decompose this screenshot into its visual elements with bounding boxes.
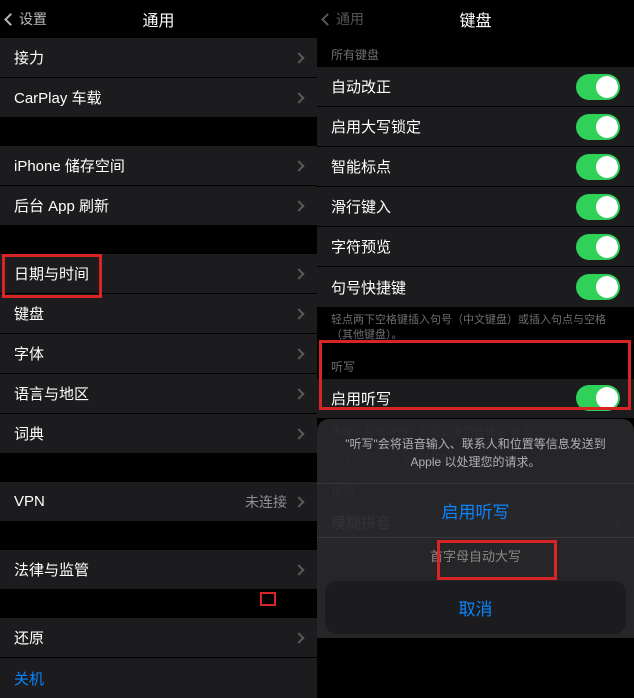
nav-back-label: 通用	[336, 9, 364, 29]
period-footer: 轻点两下空格键插入句号（中文键盘）或插入句点与空格（其他键盘）。	[317, 307, 634, 350]
toggle-capslock[interactable]	[576, 114, 620, 140]
chevron-right-icon	[293, 52, 304, 63]
dictation-action-sheet: "听写"会将语音输入、联系人和位置等信息发送到 Apple 以处理您的请求。 启…	[317, 419, 634, 638]
toggle-autocorrect[interactable]	[576, 74, 620, 100]
toggle-smartpunct[interactable]	[576, 154, 620, 180]
nav-title: 通用	[142, 7, 174, 31]
row-handoff[interactable]: 接力	[0, 38, 317, 78]
nav-back-button[interactable]: 通用	[323, 9, 364, 29]
vpn-status: 未连接	[245, 492, 287, 512]
sheet-message: "听写"会将语音输入、联系人和位置等信息发送到 Apple 以处理您的请求。	[317, 431, 634, 483]
section-header-all-keyboards: 所有键盘	[317, 38, 634, 67]
row-dictation: 启用听写	[317, 379, 634, 419]
row-datetime[interactable]: 日期与时间	[0, 254, 317, 294]
highlight-small	[260, 592, 276, 606]
row-char-preview: 字符预览	[317, 227, 634, 267]
row-carplay[interactable]: CarPlay 车载	[0, 78, 317, 118]
sheet-enable-dictation-button[interactable]: 启用听写	[317, 483, 634, 537]
row-slide-type: 滑行键入	[317, 187, 634, 227]
chevron-right-icon	[293, 388, 304, 399]
chevron-right-icon	[293, 200, 304, 211]
chevron-right-icon	[293, 496, 304, 507]
row-bg-refresh[interactable]: 后台 App 刷新	[0, 186, 317, 226]
chevron-right-icon	[293, 564, 304, 575]
sheet-partial-row: 首字母自动大写	[317, 537, 634, 573]
row-reset[interactable]: 还原	[0, 618, 317, 658]
settings-general-pane: 设置 通用 接力 CarPlay 车载 iPhone 储存空间 后台 App 刷…	[0, 0, 317, 638]
chevron-right-icon	[293, 308, 304, 319]
nav-title: 键盘	[459, 7, 491, 31]
row-fonts[interactable]: 字体	[0, 334, 317, 374]
toggle-dictation[interactable]	[576, 385, 620, 411]
sheet-cancel-button[interactable]: 取消	[325, 581, 626, 634]
chevron-right-icon	[293, 428, 304, 439]
row-period-shortcut: 句号快捷键	[317, 267, 634, 307]
toggle-charpreview[interactable]	[576, 234, 620, 260]
chevron-right-icon	[293, 268, 304, 279]
row-lang-region[interactable]: 语言与地区	[0, 374, 317, 414]
nav-back-label: 设置	[19, 9, 47, 29]
nav-bar: 设置 通用	[0, 0, 317, 38]
row-shutdown[interactable]: 关机	[0, 658, 317, 698]
chevron-right-icon	[293, 160, 304, 171]
chevron-right-icon	[293, 348, 304, 359]
keyboard-settings-pane: 通用 键盘 所有键盘 自动改正 启用大写锁定 智能标点 滑行键入 字符预览 句号…	[317, 0, 634, 638]
chevron-left-icon	[321, 13, 334, 26]
row-autocorrect: 自动改正	[317, 67, 634, 107]
section-header-dictation: 听写	[317, 350, 634, 379]
toggle-period[interactable]	[576, 274, 620, 300]
row-legal[interactable]: 法律与监管	[0, 550, 317, 590]
row-keyboard[interactable]: 键盘	[0, 294, 317, 334]
nav-bar: 通用 键盘	[317, 0, 634, 38]
row-smartpunct: 智能标点	[317, 147, 634, 187]
toggle-slide[interactable]	[576, 194, 620, 220]
row-capslock: 启用大写锁定	[317, 107, 634, 147]
chevron-right-icon	[293, 92, 304, 103]
row-vpn[interactable]: VPN 未连接	[0, 482, 317, 522]
chevron-left-icon	[4, 13, 17, 26]
row-storage[interactable]: iPhone 储存空间	[0, 146, 317, 186]
nav-back-button[interactable]: 设置	[6, 9, 47, 29]
row-dictionary[interactable]: 词典	[0, 414, 317, 454]
